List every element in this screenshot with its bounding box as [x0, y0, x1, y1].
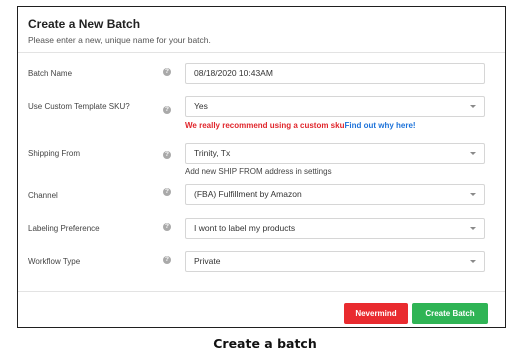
shipping-from-select[interactable]: Trinity, Tx	[185, 143, 485, 164]
labeling-select[interactable]: I wont to label my products	[185, 218, 485, 239]
labeling-value: I wont to label my products	[194, 223, 296, 233]
footer-divider	[18, 291, 505, 292]
dialog-header: Create a New Batch Please enter a new, u…	[28, 17, 495, 45]
help-icon[interactable]: ?	[163, 106, 171, 114]
figure-caption: Create a batch	[213, 336, 317, 351]
create-batch-button[interactable]: Create Batch	[412, 303, 488, 324]
header-divider	[18, 52, 505, 53]
channel-label: Channel	[28, 191, 58, 200]
custom-sku-note: We really recommend using a custom skuFi…	[185, 121, 416, 130]
channel-value: (FBA) Fulfillment by Amazon	[194, 189, 302, 199]
workflow-select[interactable]: Private	[185, 251, 485, 272]
batch-name-label: Batch Name	[28, 69, 73, 78]
find-out-why-link[interactable]: Find out why here!	[344, 121, 415, 130]
shipping-from-hint: Add new SHIP FROM address in settings	[185, 167, 332, 176]
dialog-subtitle: Please enter a new, unique name for your…	[28, 35, 211, 45]
help-icon[interactable]: ?	[163, 256, 171, 264]
custom-sku-warning: We really recommend using a custom sku	[185, 121, 345, 130]
chevron-down-icon	[470, 193, 476, 196]
chevron-down-icon	[470, 105, 476, 108]
custom-sku-select[interactable]: Yes	[185, 96, 485, 117]
chevron-down-icon	[470, 260, 476, 263]
batch-name-input[interactable]: 08/18/2020 10:43AM	[185, 63, 485, 84]
labeling-label: Labeling Preference	[28, 224, 100, 233]
help-icon[interactable]: ?	[163, 188, 171, 196]
help-icon[interactable]: ?	[163, 151, 171, 159]
help-icon[interactable]: ?	[163, 68, 171, 76]
shipping-from-label: Shipping From	[28, 149, 81, 158]
custom-sku-value: Yes	[194, 101, 208, 111]
shipping-from-value: Trinity, Tx	[194, 148, 231, 158]
chevron-down-icon	[470, 152, 476, 155]
help-icon[interactable]: ?	[163, 223, 171, 231]
nevermind-button[interactable]: Nevermind	[344, 303, 408, 324]
channel-select[interactable]: (FBA) Fulfillment by Amazon	[185, 184, 485, 205]
workflow-label: Workflow Type	[28, 257, 81, 266]
custom-sku-label: Use Custom Template SKU?	[28, 102, 130, 111]
chevron-down-icon	[470, 227, 476, 230]
create-batch-dialog: Create a New Batch Please enter a new, u…	[17, 6, 506, 328]
workflow-value: Private	[194, 256, 221, 266]
dialog-title: Create a New Batch	[28, 17, 141, 31]
